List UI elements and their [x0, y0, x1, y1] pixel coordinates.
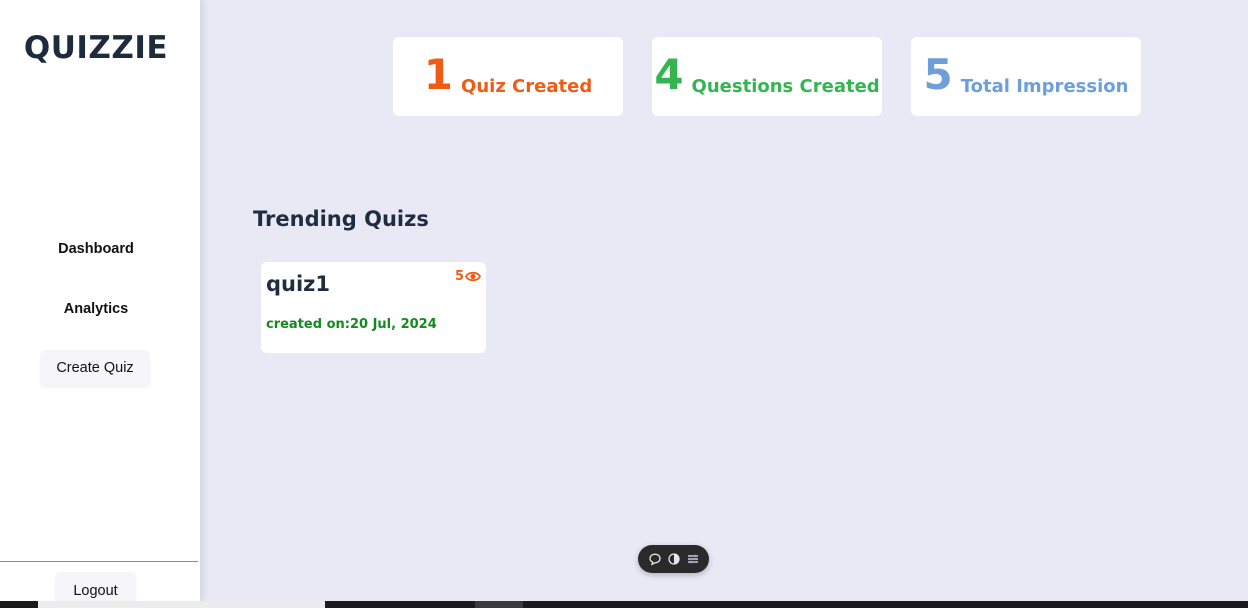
- taskbar-segment: [38, 601, 325, 608]
- sidebar-item-analytics[interactable]: Analytics: [0, 301, 192, 317]
- sidebar-item-dashboard[interactable]: Dashboard: [0, 241, 192, 257]
- chat-bubble-icon[interactable]: [648, 552, 662, 566]
- stat-label: Total Impression: [960, 76, 1129, 97]
- impression-count: 5: [455, 269, 481, 284]
- trending-quiz-card[interactable]: quiz1 5 created on:20 Jul, 2024: [261, 262, 486, 353]
- quiz-created-date: created on:20 Jul, 2024: [266, 317, 437, 332]
- floating-toolbar: [638, 545, 709, 573]
- app-logo: QUIZZIE: [23, 30, 169, 66]
- taskbar-strip: [0, 601, 1248, 608]
- settings-sliders-icon[interactable]: [686, 552, 700, 566]
- stat-value: 4: [654, 49, 684, 99]
- quiz-name: quiz1: [266, 272, 331, 296]
- taskbar-segment: [475, 601, 523, 608]
- eye-icon: [465, 271, 481, 282]
- stat-card-questions: 4 Questions Created: [652, 37, 882, 116]
- sidebar: QUIZZIE Dashboard Analytics Create Quiz …: [0, 0, 201, 608]
- sidebar-divider: [0, 561, 198, 562]
- stat-label: Questions Created: [691, 76, 880, 97]
- section-title-trending: Trending Quizs: [253, 207, 429, 231]
- stat-card-impressions: 5 Total Impression: [911, 37, 1141, 116]
- stat-label: Quiz Created: [461, 76, 593, 97]
- stat-card-quizzes: 1 Quiz Created: [393, 37, 623, 116]
- stat-value: 5: [923, 49, 953, 99]
- stat-value: 1: [423, 49, 454, 99]
- impression-value: 5: [454, 269, 464, 284]
- toggle-icon[interactable]: [667, 552, 681, 566]
- sidebar-item-create-quiz[interactable]: Create Quiz: [40, 350, 150, 387]
